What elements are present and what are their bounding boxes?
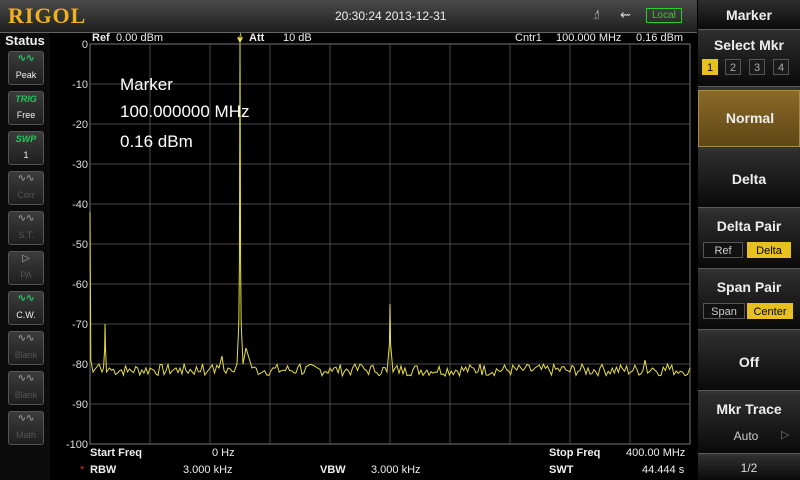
delta-pair-ref[interactable]: Ref <box>703 242 743 258</box>
span-pair-span[interactable]: Span <box>703 303 745 319</box>
page-indicator[interactable]: 1/2 <box>698 456 800 480</box>
att-label: Att <box>249 33 265 44</box>
off-softkey[interactable]: Off <box>698 333 800 391</box>
normal-label: Normal <box>725 110 775 126</box>
title-bar: RIGOL 20:30:24 2013-12-31 🖞 ⇜ Local <box>0 0 697 33</box>
span-pair-softkey[interactable]: Span Pair Span Center <box>698 272 800 330</box>
ref-label: Ref <box>92 33 110 44</box>
span-pair-center[interactable]: Center <box>747 303 793 319</box>
mkr-option-3[interactable]: 3 <box>749 59 765 75</box>
mkr-trace-softkey[interactable]: Mkr Trace Auto ▷ <box>698 394 800 454</box>
delta-pair-label: Delta Pair <box>716 218 782 234</box>
ref-value: 0.00 dBm <box>116 33 163 44</box>
delta-label: Delta <box>731 171 767 187</box>
rbw-label: RBW <box>90 464 117 476</box>
off-label: Off <box>738 354 760 370</box>
usb-icon: 🖞 <box>594 6 600 22</box>
delta-pair-delta[interactable]: Delta <box>747 242 791 258</box>
cntr-label: Cntr1 <box>515 33 542 44</box>
cntr-value: 100.000 MHz <box>556 33 621 44</box>
y-tick-label: 0 <box>82 39 88 51</box>
y-tick-label: -20 <box>72 119 88 131</box>
menu-title: Marker <box>726 7 772 23</box>
stop-freq-label: Stop Freq <box>549 447 600 459</box>
delta-pair-softkey[interactable]: Delta Pair Ref Delta <box>698 211 800 269</box>
usb-connector-icon: ⇜ <box>620 7 631 22</box>
rbw-value: 3.000 kHz <box>183 464 233 476</box>
chevron-right-icon: ▷ <box>781 429 790 441</box>
y-tick-label: -10 <box>72 79 88 91</box>
y-tick-label: -50 <box>72 239 88 251</box>
y-tick-label: -100 <box>66 439 88 451</box>
y-tick-label: -60 <box>72 279 88 291</box>
att-value: 10 dB <box>283 33 312 44</box>
cntr-level: 0.16 dBm <box>636 33 683 44</box>
y-tick-label: -90 <box>72 399 88 411</box>
start-freq-label: Start Freq <box>90 447 142 459</box>
select-mkr-softkey[interactable]: Select Mkr 1 2 3 4 <box>698 31 800 87</box>
spectrum-display: 0 -10 -20 -30 -40 -50 -60 -70 -80 -90 -100 1 Ref 0… <box>66 33 691 476</box>
clock-readout: 20:30:24 2013-12-31 <box>335 9 447 23</box>
menu-header: Marker <box>698 0 800 30</box>
mkr-trace-label: Mkr Trace <box>716 401 782 417</box>
y-tick-label: -70 <box>72 319 88 331</box>
y-tick-label: -30 <box>72 159 88 171</box>
stop-freq-value: 400.00 MHz <box>626 447 685 459</box>
delta-softkey[interactable]: Delta <box>698 150 800 208</box>
swt-value: 44.444 s <box>642 464 685 476</box>
mkr-option-4[interactable]: 4 <box>773 59 789 75</box>
y-tick-label: -40 <box>72 199 88 211</box>
rbw-flag: * <box>80 464 85 476</box>
y-tick-label: -80 <box>72 359 88 371</box>
mkr-option-1[interactable]: 1 <box>702 59 718 75</box>
marker-title: Marker <box>120 75 173 94</box>
y-tick-labels: 0 -10 -20 -30 -40 -50 -60 -70 -80 -90 -100 <box>66 39 88 451</box>
span-pair-label: Span Pair <box>716 279 782 295</box>
vbw-value: 3.000 kHz <box>371 464 421 476</box>
normal-softkey[interactable]: Normal <box>698 90 800 147</box>
local-badge[interactable]: Local <box>646 8 682 23</box>
select-mkr-label: Select Mkr <box>713 37 785 53</box>
start-freq-value: 0 Hz <box>212 447 235 459</box>
softkey-menu: Marker Select Mkr 1 2 3 4 Normal Delta D… <box>698 0 800 480</box>
mkr-option-2[interactable]: 2 <box>725 59 741 75</box>
swt-label: SWT <box>549 464 574 476</box>
marker-frequency: 100.000000 MHz <box>120 102 249 121</box>
marker-1-label: 1 <box>238 33 243 38</box>
brand-logo: RIGOL <box>8 3 87 28</box>
mkr-trace-value: Auto <box>733 429 759 443</box>
marker-level: 0.16 dBm <box>120 132 193 151</box>
vbw-label: VBW <box>320 464 346 476</box>
